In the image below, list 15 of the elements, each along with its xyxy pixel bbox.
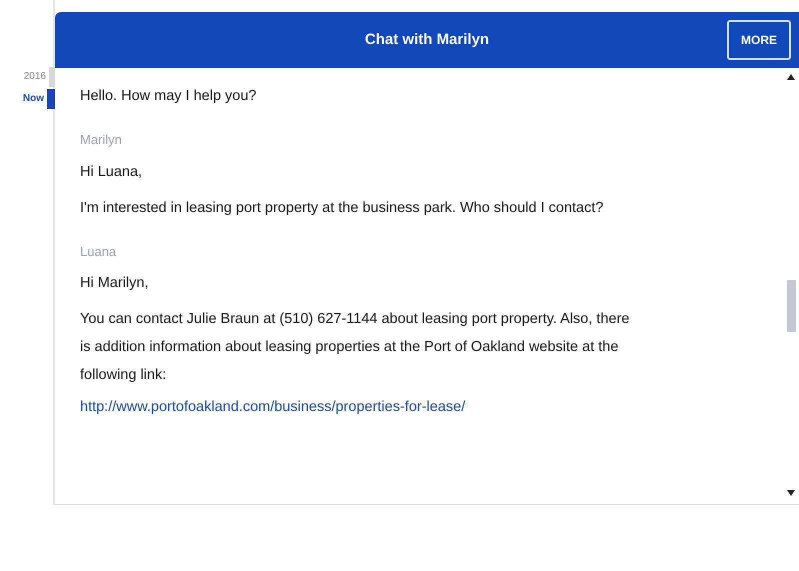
timeline-label[interactable]: Now [22,88,44,110]
scrollbar-thumb[interactable] [786,280,796,332]
chat-title: Chat with Marilyn [364,30,490,50]
scroll-up-icon[interactable] [787,74,795,80]
message-text: I'm interested in leasing port property at the business park. Who should I contact? [80,198,604,218]
message-text: You can contact Julie Braun at (510) 627-1144 about leasing port property. Also, there is addition information about leasing properties at the Port of Oakland website at the following link: [80,310,630,385]
sender-name: Luana [80,242,118,260]
scroll-down-icon[interactable] [787,490,795,496]
message-text: Hi Luana, [80,162,144,182]
message-text: Hi Marilyn, [80,274,150,293]
more-button[interactable]: MORE [727,20,791,60]
message-text: Hello. How may I help you? [80,87,258,106]
sender-name: Marilyn [80,131,123,149]
message-link[interactable]: http://www.portofoakland.com/business/properties-for-lease/ [80,395,466,419]
timeline-label[interactable]: 2016 [24,66,46,88]
